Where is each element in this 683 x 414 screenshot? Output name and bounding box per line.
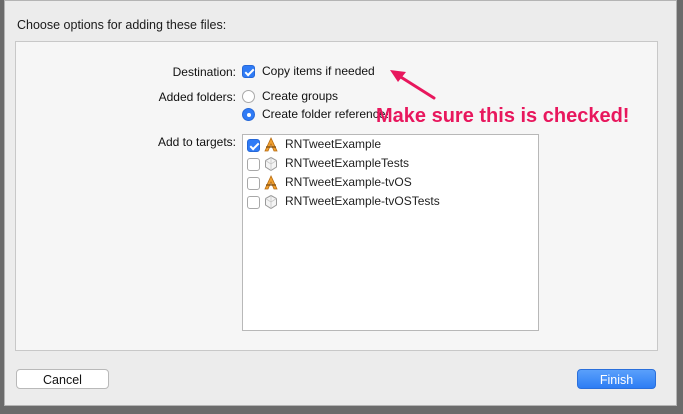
finish-button[interactable]: Finish bbox=[577, 369, 656, 389]
copy-items-label[interactable]: Copy items if needed bbox=[262, 64, 375, 78]
target-row[interactable]: RNTweetExampleTests bbox=[243, 154, 538, 173]
app-icon bbox=[264, 137, 278, 152]
annotation-text: Make sure this is checked! bbox=[376, 105, 630, 127]
create-folder-references-radio[interactable] bbox=[242, 108, 255, 121]
copy-items-checkbox[interactable] bbox=[242, 65, 255, 78]
destination-label: Destination: bbox=[172, 65, 236, 79]
target-row[interactable]: RNTweetExample-tvOS bbox=[243, 173, 538, 192]
target-row[interactable]: RNTweetExample-tvOSTests bbox=[243, 192, 538, 211]
add-files-dialog: Choose options for adding these files: D… bbox=[4, 0, 677, 406]
target-checkbox[interactable] bbox=[247, 196, 260, 209]
target-name: RNTweetExample bbox=[285, 137, 382, 151]
added-folders-label: Added folders: bbox=[158, 90, 236, 104]
target-checkbox[interactable] bbox=[247, 177, 260, 190]
test-bundle-icon bbox=[265, 156, 277, 172]
target-name: RNTweetExample-tvOSTests bbox=[285, 194, 440, 208]
create-groups-label[interactable]: Create groups bbox=[262, 89, 338, 103]
create-groups-radio[interactable] bbox=[242, 90, 255, 103]
target-checkbox[interactable] bbox=[247, 139, 260, 152]
annotation-arrow bbox=[390, 70, 436, 100]
add-to-targets-label: Add to targets: bbox=[157, 135, 236, 149]
target-checkbox[interactable] bbox=[247, 158, 260, 171]
targets-list[interactable]: RNTweetExample RNTweetExampleTests RNTwe… bbox=[242, 134, 539, 331]
create-folder-references-label[interactable]: Create folder references bbox=[262, 107, 388, 121]
dialog-title: Choose options for adding these files: bbox=[17, 18, 227, 32]
app-icon bbox=[264, 175, 278, 190]
target-name: RNTweetExampleTests bbox=[285, 156, 410, 170]
test-bundle-icon bbox=[265, 194, 277, 210]
target-name: RNTweetExample-tvOS bbox=[285, 175, 412, 189]
cancel-button[interactable]: Cancel bbox=[16, 369, 109, 389]
target-row[interactable]: RNTweetExample bbox=[243, 135, 538, 154]
options-panel: Destination: Copy items if needed Added … bbox=[15, 41, 658, 351]
